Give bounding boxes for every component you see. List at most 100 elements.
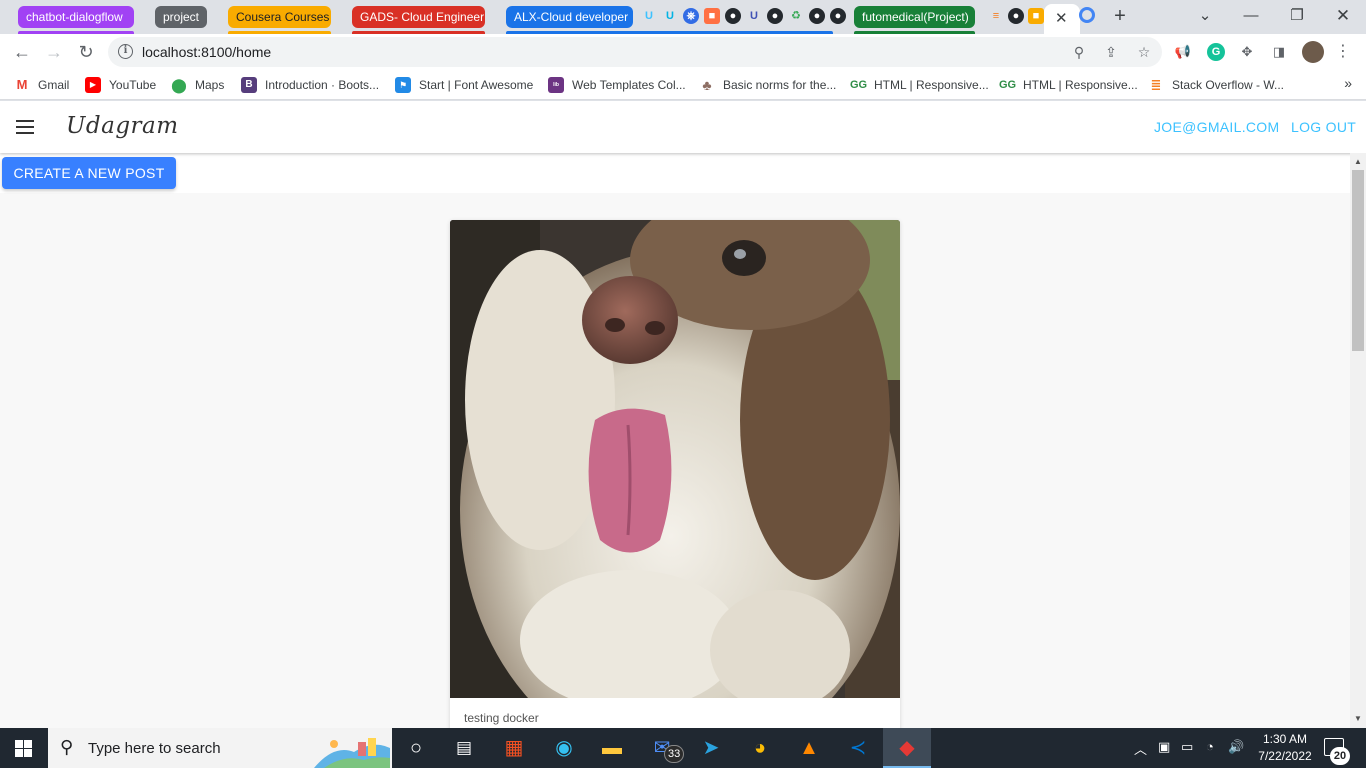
meet-now-icon[interactable]: ▣ xyxy=(1158,739,1170,755)
post-card[interactable]: testing docker xyxy=(450,220,900,728)
windows-start-icon[interactable] xyxy=(15,740,32,757)
active-app-icon[interactable]: ◆ xyxy=(883,728,931,768)
vlc-icon[interactable]: ▲ xyxy=(785,728,833,768)
github-icon[interactable]: ● xyxy=(767,8,783,24)
puzzle-extensions-icon[interactable]: ✥ xyxy=(1238,43,1256,61)
site-info-icon[interactable]: i xyxy=(118,44,133,59)
address-bar[interactable]: i localhost:8100/home ⚲ ⇪ ☆ xyxy=(108,37,1162,67)
bookmark-bootstrap[interactable]: B Introduction · Boots... xyxy=(241,76,379,94)
forward-button[interactable]: → xyxy=(41,39,67,65)
github-icon[interactable]: ● xyxy=(1008,8,1024,24)
colorlib-icon: lib xyxy=(548,77,564,93)
search-icon: ⚲ xyxy=(60,737,74,757)
bookmark-label: Gmail xyxy=(38,78,70,92)
tab-group-cousera[interactable]: Cousera Courses xyxy=(228,6,331,28)
battery-icon[interactable]: ▭ xyxy=(1181,739,1193,755)
megaphone-extension-icon[interactable]: 📢 xyxy=(1174,43,1192,61)
tab-search-icon[interactable]: ⌄ xyxy=(1182,3,1228,29)
tab-group-chatbot[interactable]: chatbot-dialogflow xyxy=(18,6,134,28)
active-tab[interactable]: ✕ xyxy=(1044,4,1080,34)
app-content: Udagram JOE@GMAIL.COM LOG OUT CREATE A N… xyxy=(0,101,1366,728)
kebab-menu-icon[interactable]: ⋮ xyxy=(1334,43,1352,61)
chrome-tab-icon[interactable] xyxy=(1079,7,1095,23)
bookmark-stackoverflow[interactable]: ≣ Stack Overflow - W... xyxy=(1148,76,1284,94)
chevron-right-icon[interactable]: » xyxy=(1344,75,1352,91)
task-view-icon[interactable]: ○ xyxy=(392,728,440,768)
chevron-up-icon[interactable]: ︿ xyxy=(1134,739,1147,758)
bookmark-label: Basic norms for the... xyxy=(723,78,837,92)
menu-icon[interactable] xyxy=(16,120,34,134)
clock-date: 7/22/2022 xyxy=(1258,749,1312,763)
bookmark-basic-norms[interactable]: ♣ Basic norms for the... xyxy=(699,76,836,94)
flag-icon: ⚑ xyxy=(395,77,411,93)
tab-group-project[interactable]: project xyxy=(155,6,207,28)
tab-group-alx[interactable]: ALX-Cloud developer xyxy=(506,6,633,28)
bookmark-label: Web Templates Col... xyxy=(572,78,686,92)
github-icon[interactable]: ● xyxy=(725,8,741,24)
bookmark-maps[interactable]: ⬤ Maps xyxy=(171,76,224,94)
geeksforgeeks-icon: GG xyxy=(850,79,868,91)
url-text[interactable]: localhost:8100/home xyxy=(142,44,271,60)
kubernetes-icon[interactable]: ⎈ xyxy=(683,8,699,24)
side-panel-icon[interactable]: ◨ xyxy=(1270,43,1288,61)
maps-icon: ⬤ xyxy=(171,77,187,93)
github-icon[interactable]: ● xyxy=(830,8,846,24)
windows-taskbar: ⚲ Type here to search ○ ▤ ▦ ◉ ▬ ✉ ➤ ◕ ▲ … xyxy=(0,728,1366,768)
scroll-up-icon[interactable]: ▲ xyxy=(1354,157,1362,166)
minimize-button[interactable]: — xyxy=(1228,3,1274,29)
udacity-icon[interactable]: U xyxy=(746,8,762,24)
close-icon[interactable]: ✕ xyxy=(1055,9,1068,27)
taskbar-search-box[interactable]: ⚲ Type here to search xyxy=(48,728,392,768)
page-scrollbar[interactable]: ▲ ▼ xyxy=(1350,153,1366,728)
stackoverflow-icon[interactable]: ≡ xyxy=(988,8,1004,24)
bookmark-colorlib[interactable]: lib Web Templates Col... xyxy=(548,76,686,94)
volume-icon[interactable]: 🔊 xyxy=(1228,739,1244,755)
gmail-icon: M xyxy=(16,77,28,92)
vscode-icon[interactable]: ≺ xyxy=(834,728,882,768)
zoom-icon[interactable]: ⚲ xyxy=(1070,43,1088,61)
bookmark-gfg-1[interactable]: GG HTML | Responsive... xyxy=(850,76,989,94)
bookmark-gfg-2[interactable]: GG HTML | Responsive... xyxy=(999,76,1138,94)
profile-avatar[interactable] xyxy=(1302,41,1324,63)
clock-time: 1:30 AM xyxy=(1262,732,1308,746)
notification-count-badge: 20 xyxy=(1330,747,1350,765)
new-tab-button[interactable]: + xyxy=(1109,4,1131,28)
telegram-icon[interactable]: ➤ xyxy=(687,728,735,768)
bookmark-youtube[interactable]: ▶ YouTube xyxy=(85,76,156,94)
brand-logo[interactable]: Udagram xyxy=(66,113,179,139)
chrome-icon[interactable]: ◕ xyxy=(736,728,784,768)
grammarly-icon[interactable]: G xyxy=(1207,43,1225,61)
udacity-icon[interactable]: U xyxy=(641,8,657,24)
bookmark-label: Introduction · Boots... xyxy=(265,78,380,92)
bookmark-font-awesome[interactable]: ⚑ Start | Font Awesome xyxy=(395,76,533,94)
scroll-down-icon[interactable]: ▼ xyxy=(1354,714,1362,723)
udacity-icon[interactable]: U xyxy=(662,8,678,24)
youtube-icon: ▶ xyxy=(85,77,101,93)
github-icon[interactable]: ● xyxy=(809,8,825,24)
back-button[interactable]: ← xyxy=(9,39,35,65)
stackoverflow-icon: ≣ xyxy=(1150,77,1162,92)
system-clock[interactable]: 1:30 AM 7/22/2022 xyxy=(1253,731,1317,765)
bookmark-label: HTML | Responsive... xyxy=(1023,78,1138,92)
package-icon[interactable]: ■ xyxy=(1028,8,1044,24)
edge-icon[interactable]: ◉ xyxy=(540,728,588,768)
share-icon[interactable]: ⇪ xyxy=(1102,43,1120,61)
tab-group-futomedical[interactable]: futomedical(Project) xyxy=(854,6,975,28)
app-header: Udagram JOE@GMAIL.COM LOG OUT xyxy=(0,101,1366,153)
microsoft-store-icon[interactable]: ▦ xyxy=(490,728,538,768)
scrollbar-thumb[interactable] xyxy=(1352,170,1364,351)
logout-button[interactable]: LOG OUT xyxy=(1291,119,1356,135)
package-icon[interactable]: ■ xyxy=(704,8,720,24)
wifi-icon[interactable]: ◔ xyxy=(1206,739,1214,754)
bookmark-star-icon[interactable]: ☆ xyxy=(1135,43,1153,61)
widgets-icon[interactable]: ▤ xyxy=(440,728,488,768)
file-explorer-icon[interactable]: ▬ xyxy=(588,728,636,768)
user-email-link[interactable]: JOE@GMAIL.COM xyxy=(1154,119,1279,135)
recycle-icon[interactable]: ♻ xyxy=(788,8,804,24)
restore-button[interactable]: ❐ xyxy=(1274,3,1320,29)
create-post-button[interactable]: CREATE A NEW POST xyxy=(2,157,176,189)
bookmark-gmail[interactable]: M Gmail xyxy=(14,76,70,94)
tab-group-gads[interactable]: GADS- Cloud Engineer xyxy=(352,6,485,28)
reload-button[interactable]: ↻ xyxy=(73,39,99,65)
window-close-button[interactable]: ✕ xyxy=(1320,3,1366,29)
